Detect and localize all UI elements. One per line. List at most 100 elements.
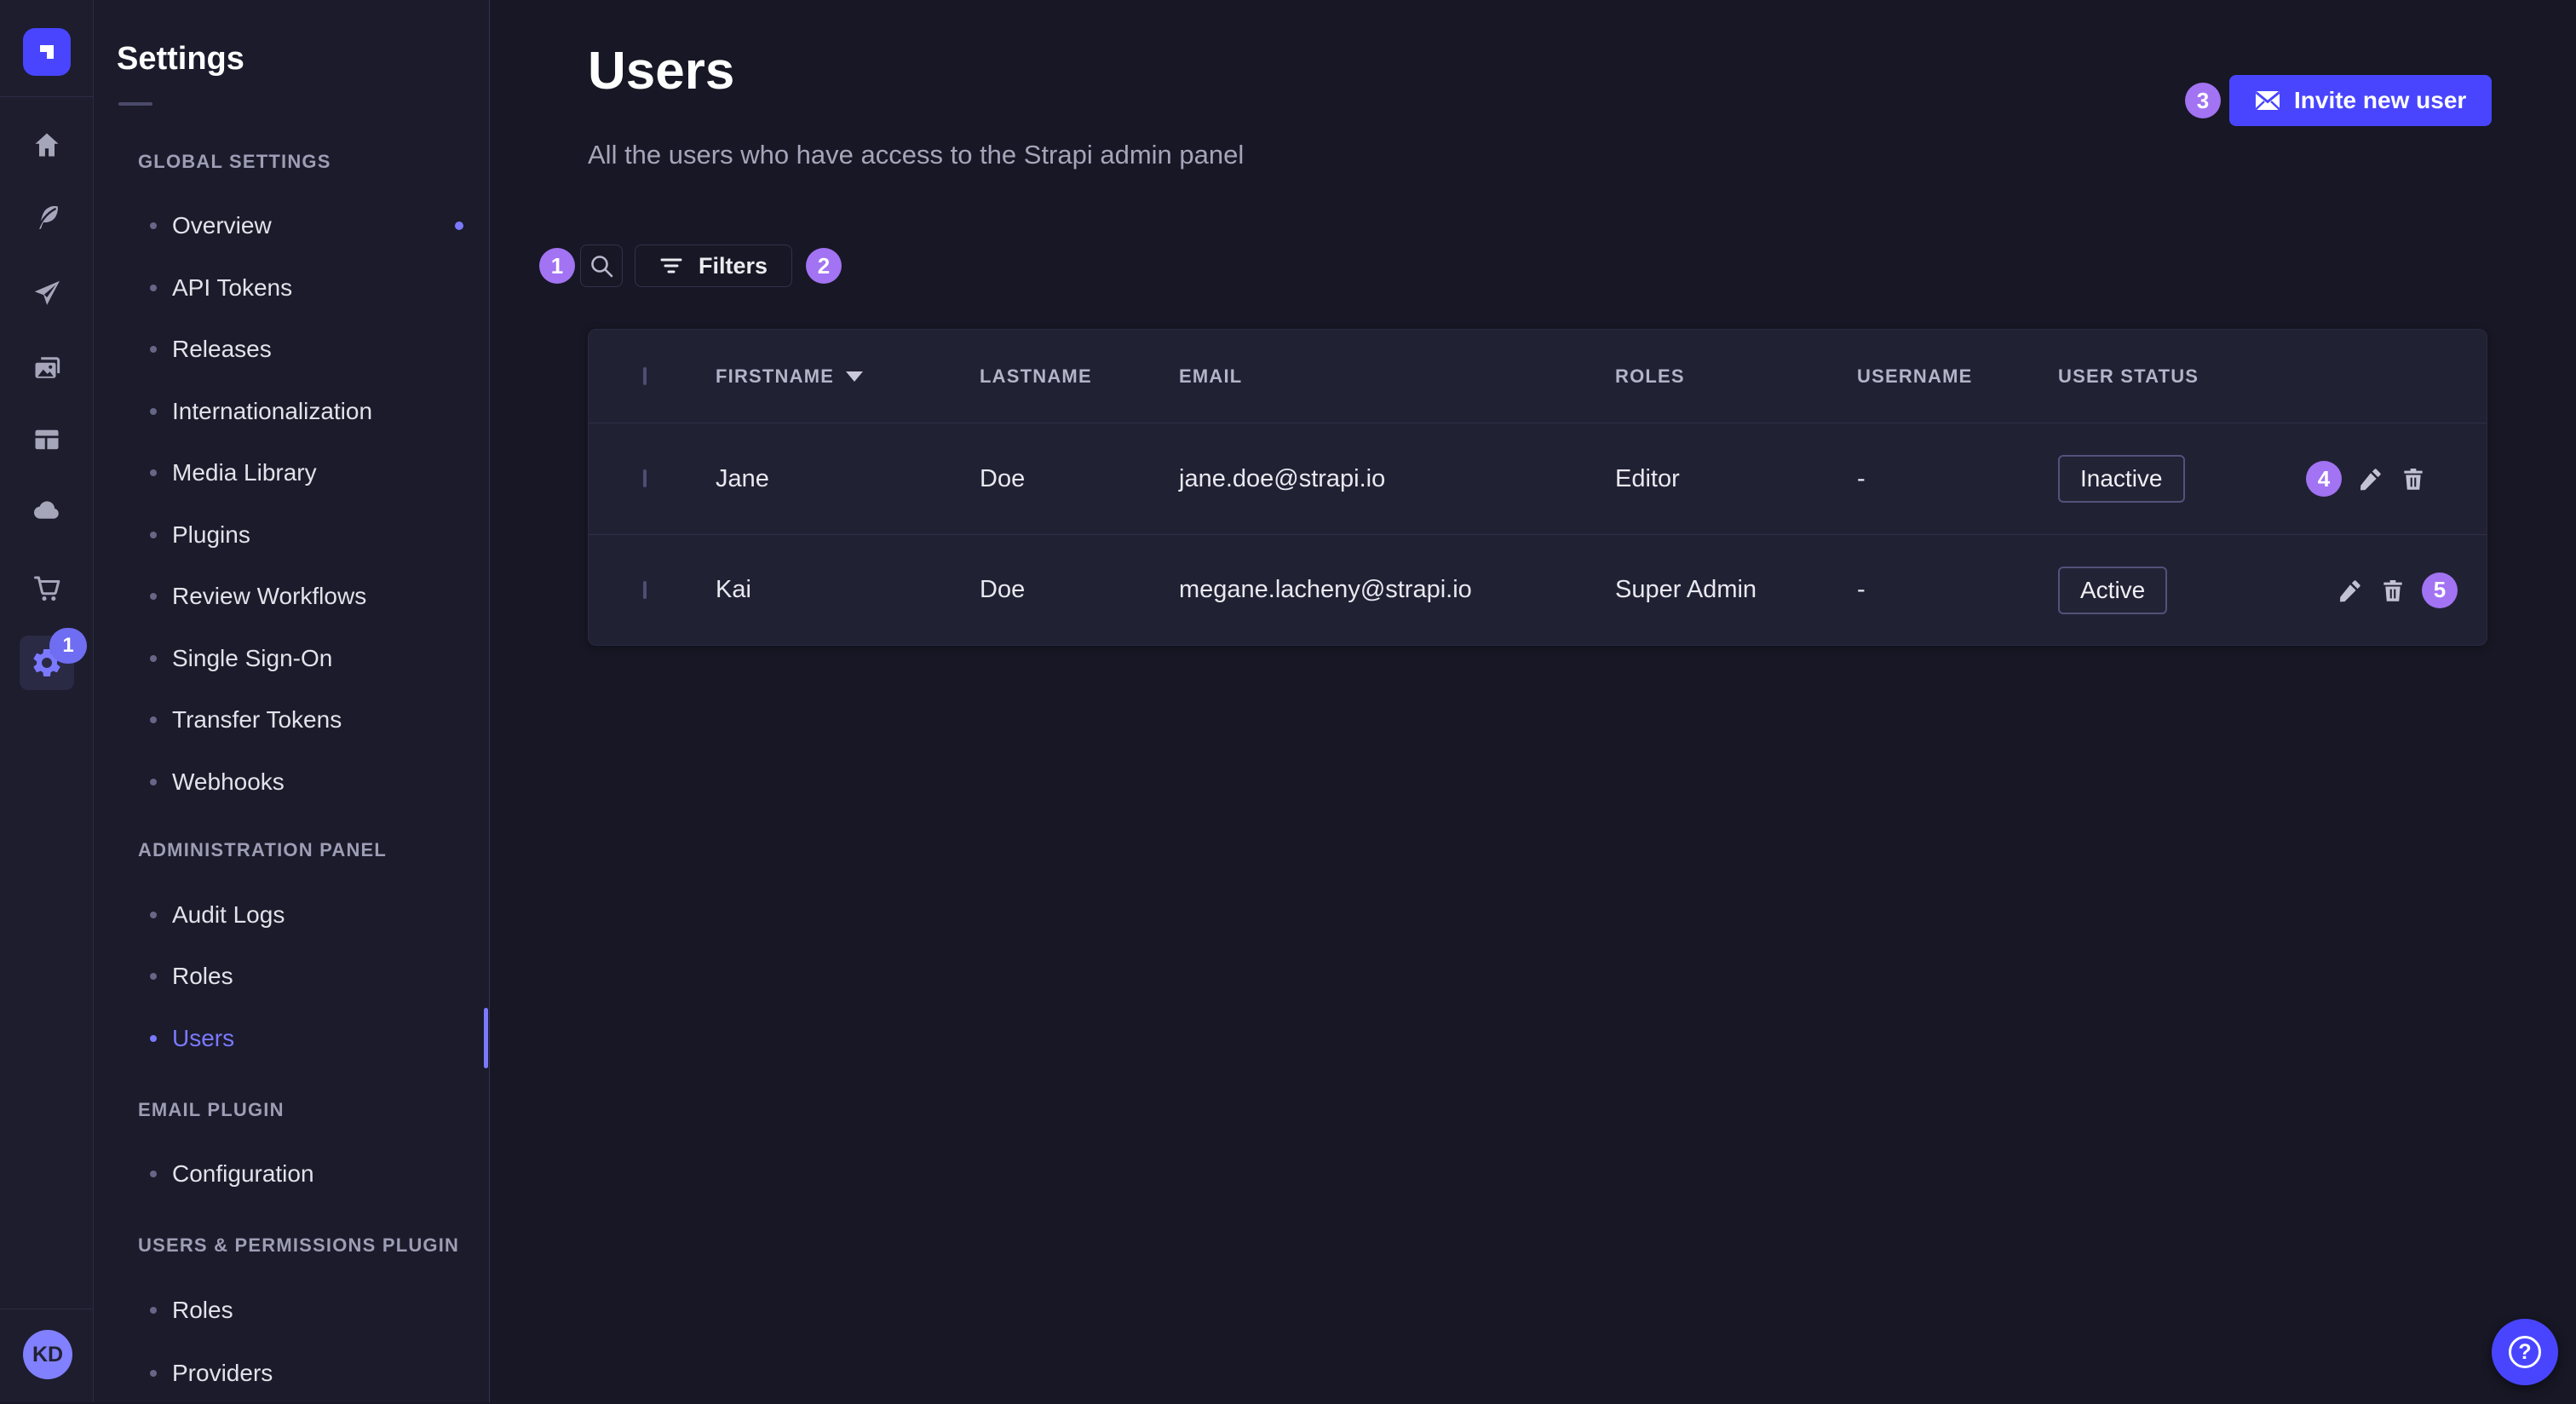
bullet-icon xyxy=(150,285,157,291)
rail-divider-top xyxy=(0,96,94,97)
status-badge: Inactive xyxy=(2058,455,2185,503)
edit-button[interactable] xyxy=(2337,577,2364,604)
sidebar-item-webhooks[interactable]: Webhooks xyxy=(94,751,489,813)
column-header-user-status: USER STATUS xyxy=(2058,365,2314,388)
bullet-icon xyxy=(150,1307,157,1314)
bullet-icon xyxy=(150,973,157,980)
cell-email: megane.lacheny@strapi.io xyxy=(1179,576,1615,604)
cell-email: jane.doe@strapi.io xyxy=(1179,465,1615,493)
select-all-checkbox[interactable] xyxy=(643,367,647,385)
media-library-photos-icon[interactable] xyxy=(0,353,94,383)
page-subtitle: All the users who have access to the Str… xyxy=(588,140,1244,170)
filters-button[interactable]: Filters xyxy=(635,245,792,287)
annotation-badge-5: 5 xyxy=(2422,573,2458,608)
annotation-badge-1: 1 xyxy=(539,248,575,284)
section-label-global-settings: GLOBAL SETTINGS xyxy=(138,149,331,175)
column-header-username: USERNAME xyxy=(1857,365,2058,388)
pencil-icon xyxy=(2337,577,2364,604)
pencil-icon xyxy=(2357,465,2384,492)
invite-new-user-button[interactable]: Invite new user xyxy=(2229,75,2492,126)
edit-button[interactable] xyxy=(2357,465,2384,492)
invite-group: 3 Invite new user xyxy=(2185,75,2492,126)
filter-icon xyxy=(659,256,683,276)
sidebar-item-up-roles[interactable]: Roles xyxy=(94,1280,489,1341)
main-content: Users All the users who have access to t… xyxy=(490,0,2576,1402)
sidebar-item-admin-roles[interactable]: Roles xyxy=(94,946,489,1007)
subnav-title: Settings xyxy=(117,41,244,78)
content-manager-layout-icon[interactable] xyxy=(0,424,94,455)
table-row-jane: Jane Doe jane.doe@strapi.io Editor - Ina… xyxy=(589,423,2487,534)
strapi-logo[interactable] xyxy=(23,28,71,76)
subnav-title-divider xyxy=(118,102,152,106)
user-avatar[interactable]: KD xyxy=(23,1330,72,1379)
sidebar-item-providers[interactable]: Providers xyxy=(94,1343,489,1404)
section-label-administration-panel: ADMINISTRATION PANEL xyxy=(138,837,387,863)
annotation-badge-4: 4 xyxy=(2306,461,2342,497)
delete-button[interactable] xyxy=(2379,577,2406,604)
overview-notification-dot xyxy=(455,222,463,230)
bullet-icon xyxy=(150,222,157,229)
main-nav-rail: 1 KD xyxy=(0,0,94,1402)
sidebar-item-users[interactable]: Users xyxy=(94,1008,489,1069)
cell-username: - xyxy=(1857,576,2058,604)
column-header-firstname[interactable]: FIRSTNAME xyxy=(716,365,980,388)
cell-username: - xyxy=(1857,465,2058,493)
cell-lastname: Doe xyxy=(980,465,1179,493)
sidebar-item-releases[interactable]: Releases xyxy=(94,319,489,380)
page-title: Users xyxy=(588,41,734,101)
row-checkbox[interactable] xyxy=(643,581,647,599)
bullet-icon xyxy=(150,346,157,353)
cloud-icon[interactable] xyxy=(0,495,94,526)
bullet-icon xyxy=(150,655,157,662)
users-table: FIRSTNAME LASTNAME EMAIL ROLES USERNAME … xyxy=(588,329,2487,646)
bullet-icon xyxy=(150,716,157,723)
cell-roles: Super Admin xyxy=(1615,576,1857,604)
search-button[interactable] xyxy=(580,245,623,287)
cell-lastname: Doe xyxy=(980,576,1179,604)
sidebar-item-email-configuration[interactable]: Configuration xyxy=(94,1143,489,1205)
delete-button[interactable] xyxy=(2400,465,2427,492)
sidebar-item-overview[interactable]: Overview xyxy=(94,195,489,256)
cell-firstname: Jane xyxy=(716,465,980,493)
bullet-icon xyxy=(150,532,157,538)
search-icon xyxy=(589,253,614,279)
column-header-lastname: LASTNAME xyxy=(980,365,1179,388)
envelope-icon xyxy=(2255,90,2280,111)
help-button[interactable]: ? xyxy=(2492,1319,2558,1385)
bullet-icon xyxy=(150,779,157,785)
cell-firstname: Kai xyxy=(716,576,980,604)
annotation-badge-2: 2 xyxy=(806,248,842,284)
sidebar-item-review-workflows[interactable]: Review Workflows xyxy=(94,566,489,627)
sidebar-item-internationalization[interactable]: Internationalization xyxy=(94,381,489,442)
section-label-email-plugin: EMAIL PLUGIN xyxy=(138,1097,285,1123)
status-badge: Active xyxy=(2058,567,2167,614)
table-header-row: FIRSTNAME LASTNAME EMAIL ROLES USERNAME … xyxy=(589,330,2487,423)
column-header-email: EMAIL xyxy=(1179,365,1615,388)
home-icon[interactable] xyxy=(0,129,94,160)
annotation-badge-3: 3 xyxy=(2185,83,2221,118)
column-header-roles: ROLES xyxy=(1615,365,1857,388)
row-checkbox[interactable] xyxy=(643,469,647,487)
bullet-icon xyxy=(150,593,157,600)
section-label-users-permissions-plugin: USERS & PERMISSIONS PLUGIN xyxy=(138,1233,459,1258)
row-actions: 4 xyxy=(2314,461,2427,497)
settings-subnav: Settings GLOBAL SETTINGS Overview API To… xyxy=(94,0,490,1402)
row-actions: 5 xyxy=(2314,573,2427,608)
bullet-icon xyxy=(150,469,157,476)
bullet-icon xyxy=(150,1370,157,1377)
question-mark-icon: ? xyxy=(2509,1336,2541,1368)
trash-icon xyxy=(2379,577,2406,604)
sidebar-item-single-sign-on[interactable]: Single Sign-On xyxy=(94,628,489,689)
content-builder-feather-icon[interactable] xyxy=(0,202,94,233)
sidebar-item-plugins[interactable]: Plugins xyxy=(94,504,489,566)
deploy-paper-plane-icon[interactable] xyxy=(0,278,94,308)
marketplace-cart-icon[interactable] xyxy=(0,573,94,603)
sidebar-item-api-tokens[interactable]: API Tokens xyxy=(94,257,489,319)
bullet-icon xyxy=(150,912,157,918)
active-item-indicator xyxy=(484,1008,488,1068)
settings-notification-badge: 1 xyxy=(49,628,87,664)
trash-icon xyxy=(2400,465,2427,492)
sidebar-item-audit-logs[interactable]: Audit Logs xyxy=(94,884,489,946)
sidebar-item-transfer-tokens[interactable]: Transfer Tokens xyxy=(94,689,489,751)
sidebar-item-media-library[interactable]: Media Library xyxy=(94,442,489,503)
